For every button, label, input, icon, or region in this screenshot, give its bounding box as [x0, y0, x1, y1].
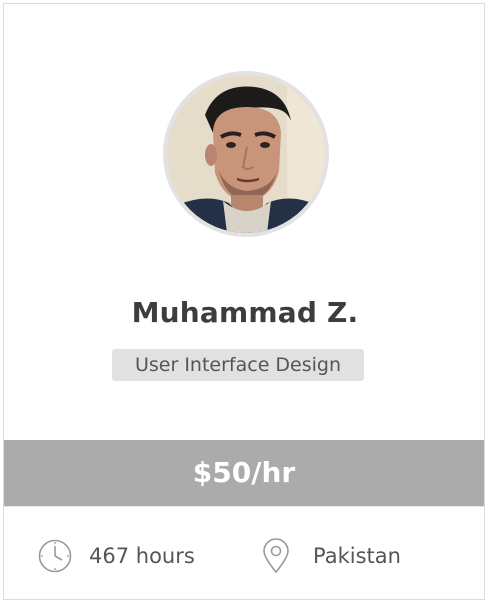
hours-stat: 467 hours	[38, 538, 195, 574]
location-label: Pakistan	[313, 544, 401, 568]
hours-label: 467 hours	[89, 544, 195, 568]
freelancer-name[interactable]: Muhammad Z.	[4, 296, 486, 329]
divider	[4, 506, 484, 507]
hourly-rate: $50/hr	[4, 440, 484, 506]
freelancer-card[interactable]: Muhammad Z. User Interface Design $50/hr…	[3, 3, 485, 600]
avatar	[167, 75, 325, 233]
map-pin-icon	[263, 538, 289, 574]
skill-tag[interactable]: User Interface Design	[112, 349, 364, 381]
location-stat: Pakistan	[259, 538, 401, 574]
avatar-ring	[163, 71, 329, 237]
clock-icon	[38, 539, 72, 573]
